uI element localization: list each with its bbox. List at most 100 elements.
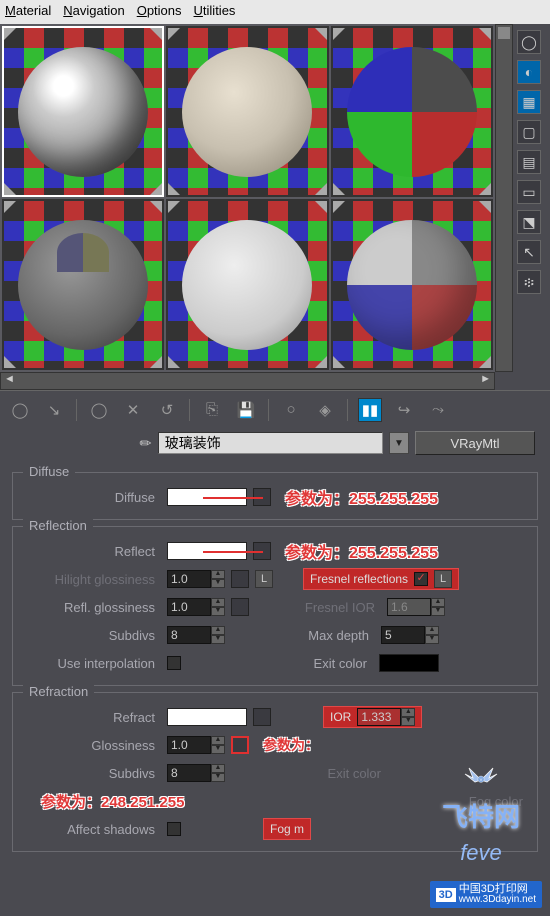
fresnel-check-row: Fresnel reflections L <box>303 568 459 590</box>
material-type-button[interactable]: VRayMtl <box>415 431 535 455</box>
maxdepth-label: Max depth <box>285 628 375 643</box>
fogm-box: Fog m <box>263 818 311 840</box>
reflection-group: Reflection Reflect 参数为：255.255.255 Hilig… <box>12 526 538 686</box>
refl-gloss-map-slot[interactable] <box>231 598 249 616</box>
subdivs-spinner[interactable]: ▲▼ <box>167 626 225 644</box>
watermark-brand: 飞特网 <box>442 797 520 834</box>
watermark: V 飞特网 feve <box>442 761 520 866</box>
material-name-input[interactable] <box>158 432 383 454</box>
refract-callout: 参数为：248.251.255 <box>41 791 184 812</box>
copy-icon[interactable]: ⎘ <box>200 398 224 422</box>
fresnel-ior-spinner[interactable]: ▲▼ <box>387 598 445 616</box>
diffuse-callout: 参数为：255.255.255 <box>285 485 438 509</box>
put-to-scene-icon[interactable]: ↘ <box>42 398 66 422</box>
fogm-label: Fog m <box>270 822 304 836</box>
pick-icon[interactable]: ✎ <box>136 433 156 453</box>
assign-icon[interactable]: ◯ <box>87 398 111 422</box>
hilight-gloss-spinner[interactable]: ▲▼ <box>167 570 225 588</box>
material-toolbar: ◯ ↘ ◯ ✕ ↺ ⎘ 💾 ○ ◈ ▮▮ ↪ ⤳ <box>0 390 550 428</box>
material-slot-5[interactable] <box>166 199 328 370</box>
side-toolbar: ◯ ◐ ▦ ▢ ▤ ▭ ⬔ ↖ ፨ <box>513 24 545 372</box>
refr-subdivs-spinner[interactable]: ▲▼ <box>167 764 225 782</box>
preview-scrollbar-vertical[interactable] <box>495 24 513 372</box>
select-by-mat-icon[interactable]: ↖ <box>517 240 541 264</box>
get-material-icon[interactable]: ◯ <box>8 398 32 422</box>
diffuse-label: Diffuse <box>21 490 161 505</box>
fresnel-checkbox[interactable] <box>414 572 428 586</box>
delete-icon[interactable]: ✕ <box>121 398 145 422</box>
ior-box: IOR ▲▼ <box>323 706 422 728</box>
refraction-group-title: Refraction <box>23 684 94 699</box>
menu-material[interactable]: MMaterialaterial <box>5 3 51 21</box>
ior-spinner[interactable]: ▲▼ <box>357 708 415 726</box>
refract-swatch[interactable] <box>167 708 247 726</box>
backlight-icon[interactable]: ◐ <box>517 60 541 84</box>
maxdepth-spinner[interactable]: ▲▼ <box>381 626 439 644</box>
video-check-icon[interactable]: ▤ <box>517 150 541 174</box>
reflect-callout: 参数为：255.255.255 <box>285 539 438 563</box>
reflect-label: Reflect <box>21 544 161 559</box>
material-slot-4[interactable] <box>2 199 164 370</box>
source-badge: 3D 中国3D打印网 www.3Ddayin.net <box>430 881 542 908</box>
diffuse-swatch[interactable] <box>167 488 247 506</box>
menu-utilities[interactable]: Utilities <box>194 3 236 21</box>
refl-gloss-label: Refl. glossiness <box>21 600 161 615</box>
map-navigator-icon[interactable]: ፨ <box>517 270 541 294</box>
affect-shadows-label: Affect shadows <box>21 822 161 837</box>
reflect-swatch[interactable] <box>167 542 247 560</box>
refr-exitcolor-label: Exit color <box>307 766 387 781</box>
material-slot-3[interactable] <box>331 26 493 197</box>
affect-shadows-checkbox[interactable] <box>167 822 181 836</box>
subdivs-label: Subdivs <box>21 628 161 643</box>
name-dropdown[interactable]: ▼ <box>389 432 409 454</box>
menu-navigation[interactable]: Navigation <box>63 3 124 21</box>
refr-gloss-spinner[interactable]: ▲▼ <box>167 736 225 754</box>
lock-button[interactable]: L <box>255 570 273 588</box>
refract-map-slot[interactable] <box>253 708 271 726</box>
go-forward-icon[interactable]: ↪ <box>392 398 416 422</box>
cube-icon: 3D <box>436 888 456 902</box>
fresnel-lock[interactable]: L <box>434 570 452 588</box>
refr-gloss-label: Glossiness <box>21 738 161 753</box>
preview-area: ◯ ◐ ▦ ▢ ▤ ▭ ⬔ ↖ ፨ <box>0 24 550 372</box>
refl-gloss-spinner[interactable]: ▲▼ <box>167 598 225 616</box>
show-end-icon[interactable]: ◈ <box>313 398 337 422</box>
fresnel-label: Fresnel reflections <box>310 572 408 586</box>
options-icon[interactable]: ⬔ <box>517 210 541 234</box>
wings-icon: V <box>461 761 501 791</box>
exitcolor-swatch[interactable] <box>379 654 439 672</box>
watermark-sub: feve <box>460 840 502 866</box>
diffuse-group-title: Diffuse <box>23 464 75 479</box>
useinterp-checkbox[interactable] <box>167 656 181 670</box>
reset-icon[interactable]: ↺ <box>155 398 179 422</box>
badge-url: www.3Ddayin.net <box>459 895 536 905</box>
diffuse-group: Diffuse Diffuse 参数为：255.255.255 <box>12 472 538 520</box>
preview-scrollbar-horizontal[interactable] <box>0 372 495 390</box>
sample-uv-icon[interactable]: ▢ <box>517 120 541 144</box>
ior-label: IOR <box>330 710 351 724</box>
go-parent-icon[interactable]: ▮▮ <box>358 398 382 422</box>
refr-gloss-callout: 参数为： <box>263 735 319 755</box>
refr-subdivs-label: Subdivs <box>21 766 161 781</box>
refract-label: Refract <box>21 710 161 725</box>
hilight-gloss-label: Hilight glossiness <box>21 572 161 587</box>
sample-type-icon[interactable]: ◯ <box>517 30 541 54</box>
material-name-row: ✎ ▼ VRayMtl <box>0 428 550 458</box>
go-sibling-icon[interactable]: ⤳ <box>426 398 450 422</box>
useinterp-label: Use interpolation <box>21 656 161 671</box>
material-slot-6[interactable] <box>331 199 493 370</box>
preview-icon[interactable]: ▭ <box>517 180 541 204</box>
reflection-group-title: Reflection <box>23 518 93 533</box>
show-map-icon[interactable]: ○ <box>279 398 303 422</box>
refr-gloss-map-slot[interactable] <box>231 736 249 754</box>
material-preview-grid <box>0 24 495 372</box>
exitcolor-label: Exit color <box>283 656 373 671</box>
material-slot-2[interactable] <box>166 26 328 197</box>
background-icon[interactable]: ▦ <box>517 90 541 114</box>
material-slot-1[interactable] <box>2 26 164 197</box>
save-icon[interactable]: 💾 <box>234 398 258 422</box>
menu-options[interactable]: Options <box>137 3 182 21</box>
svg-text:V: V <box>480 777 483 782</box>
fresnel-ior-label: Fresnel IOR <box>291 600 381 615</box>
hilight-map-slot[interactable] <box>231 570 249 588</box>
